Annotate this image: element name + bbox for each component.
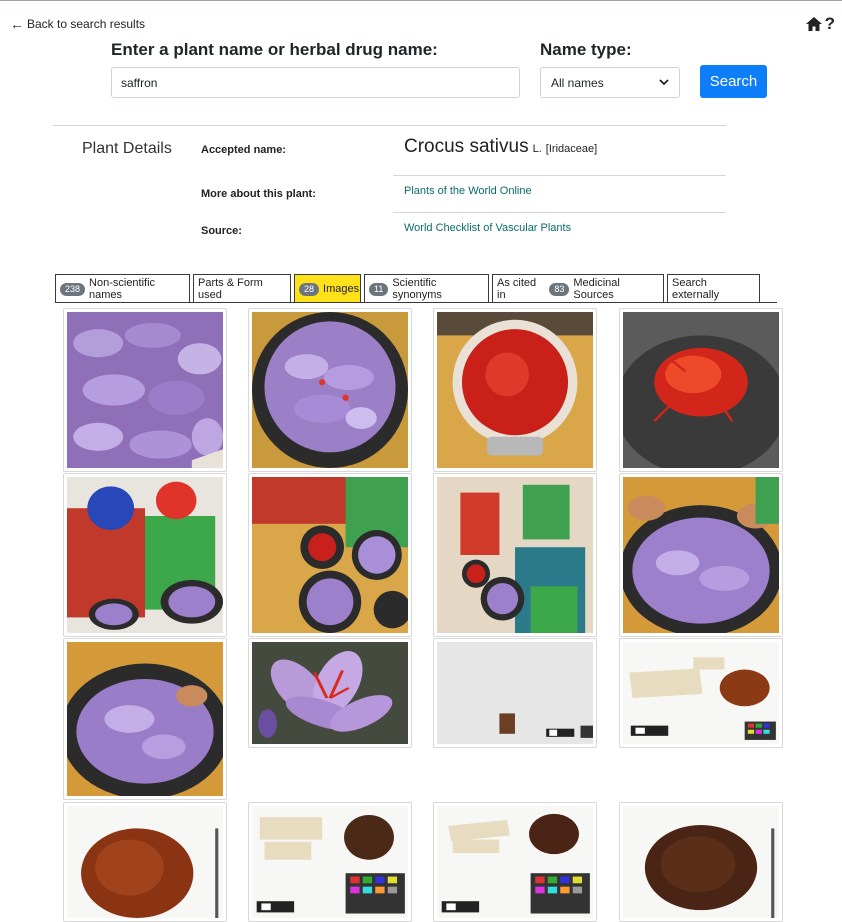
women-processing-saffron-photo (437, 477, 593, 633)
image-thumbnail[interactable] (433, 802, 597, 922)
authority: L. (532, 143, 542, 155)
dried-saffron-specimen-photo-2 (623, 806, 779, 918)
tab-parts-form-used[interactable]: Parts & Form used (193, 274, 291, 303)
image-thumbnail[interactable] (619, 473, 783, 637)
search-button[interactable]: Search (700, 65, 767, 98)
tab-label: Non-scientific names (89, 277, 156, 301)
saffron-in-jar-photo (437, 312, 593, 468)
image-thumbnail[interactable] (63, 638, 227, 800)
hands-over-flowers-photo (623, 477, 779, 633)
family-name: [Iridaceae] (545, 143, 598, 155)
name-type-label: Name type: (540, 40, 632, 59)
help-icon[interactable]: ? (825, 15, 835, 32)
image-thumbnail[interactable] (433, 308, 597, 472)
count-badge: 238 (60, 282, 86, 296)
row-divider (393, 175, 726, 176)
top-icons: ? (805, 15, 835, 32)
count-badge: 11 (369, 282, 389, 296)
tab-medicinal-sources[interactable]: As cited in 83 Medicinal Sources (492, 274, 664, 303)
women-sorting-flowers-photo (67, 477, 223, 633)
plant-details-title: Plant Details (82, 140, 172, 157)
image-thumbnail[interactable] (248, 638, 412, 748)
accepted-name: Crocus sativus L. [Iridaceae] (404, 136, 597, 158)
powo-link[interactable]: Plants of the World Online (404, 185, 532, 197)
tab-images[interactable]: 28 Images (294, 274, 361, 303)
more-about-label: More about this plant: (201, 188, 316, 200)
tab-non-scientific-names[interactable]: 238 Non-scientific names (55, 274, 190, 303)
saffron-threads-plate-photo (623, 312, 779, 468)
tab-label: Parts & Form used (198, 277, 263, 301)
name-type-value: All names (551, 75, 604, 90)
image-thumbnail[interactable] (619, 638, 783, 748)
search-input[interactable] (111, 67, 520, 98)
bowls-of-flowers-photo (252, 477, 408, 633)
tab-label: Search externally (672, 277, 720, 301)
row-divider (393, 212, 726, 213)
herbarium-sheet-photo (252, 806, 408, 918)
image-thumbnail[interactable] (248, 473, 412, 637)
back-to-results-link[interactable]: ← Back to search results (10, 17, 145, 31)
tab-label: Scientific synonyms (392, 277, 442, 301)
back-link-label: Back to search results (27, 17, 146, 31)
back-arrow-icon: ← (10, 16, 24, 32)
count-badge: 83 (549, 282, 570, 296)
crocus-flower-closeup-photo (252, 642, 408, 744)
scientific-name: Crocus sativus (404, 136, 529, 157)
tab-label-prefix: As cited in (497, 277, 537, 301)
image-thumbnail[interactable] (433, 638, 597, 748)
accepted-name-label: Accepted name: (201, 144, 286, 156)
herbarium-sheet-photo-2 (437, 806, 593, 918)
search-label: Enter a plant name or herbal drug name: (111, 40, 438, 59)
flowers-in-bowl-photo (252, 312, 408, 468)
source-link[interactable]: World Checklist of Vascular Plants (404, 222, 571, 234)
source-label: Source: (201, 225, 242, 237)
specimen-jar-photo (437, 642, 593, 744)
tab-search-externally[interactable]: Search externally (667, 274, 760, 303)
tab-label: Images (323, 283, 360, 295)
tabs-underline (55, 302, 777, 303)
divider (53, 125, 726, 126)
count-badge: 28 (299, 282, 320, 296)
image-thumbnail[interactable] (248, 802, 412, 922)
home-icon[interactable] (805, 16, 822, 31)
tab-label: Medicinal Sources (573, 277, 620, 301)
saffron-flowers-photo (67, 312, 223, 468)
image-thumbnail[interactable] (619, 802, 783, 922)
tab-bar: 238 Non-scientific names Parts & Form us… (55, 274, 763, 303)
chevron-down-icon (659, 79, 669, 86)
image-thumbnail[interactable] (63, 308, 227, 472)
dried-saffron-specimen-photo (67, 806, 223, 918)
image-thumbnail[interactable] (248, 308, 412, 472)
flowers-platter-photo (67, 642, 223, 796)
top-border (0, 0, 842, 1)
image-thumbnail[interactable] (63, 473, 227, 637)
image-thumbnail[interactable] (619, 308, 783, 472)
tab-scientific-synonyms[interactable]: 11 Scientific synonyms (364, 274, 489, 303)
name-type-select[interactable]: All names (540, 67, 680, 98)
image-thumbnail[interactable] (63, 802, 227, 922)
image-thumbnail[interactable] (433, 473, 597, 637)
herbarium-specimen-photo (623, 642, 779, 744)
